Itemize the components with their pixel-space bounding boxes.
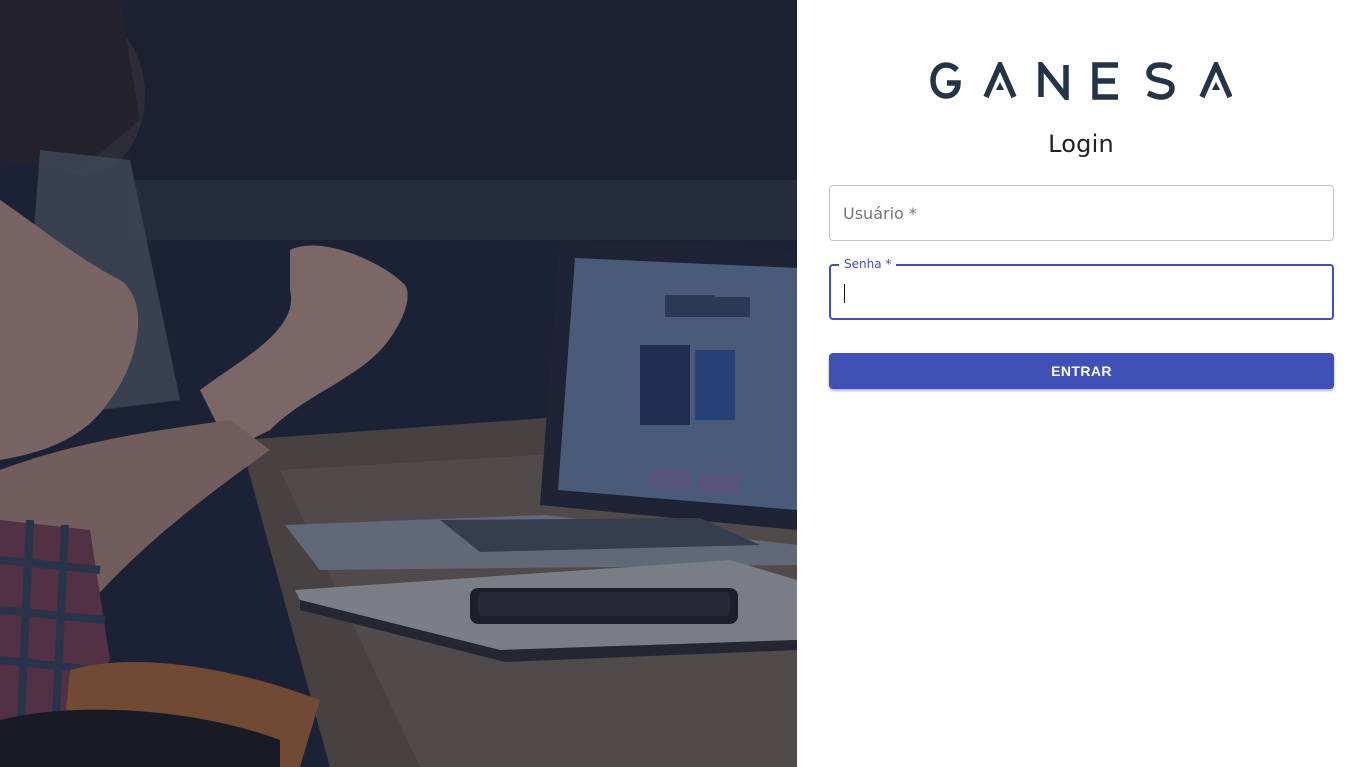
login-panel: Login Senha * ENTRAR bbox=[797, 0, 1365, 767]
username-input[interactable] bbox=[830, 186, 1333, 240]
ganesa-logo-mark bbox=[930, 57, 1233, 105]
meeting-photo-illustration bbox=[0, 0, 797, 767]
hero-background-image bbox=[0, 0, 797, 767]
password-field[interactable]: Senha * bbox=[829, 257, 1334, 320]
ganesa-logo bbox=[930, 57, 1233, 105]
password-input[interactable] bbox=[831, 266, 1332, 318]
text-cursor bbox=[844, 284, 845, 303]
username-field[interactable] bbox=[829, 185, 1334, 241]
login-submit-button[interactable]: ENTRAR bbox=[829, 353, 1334, 389]
login-title: Login bbox=[1048, 130, 1114, 158]
